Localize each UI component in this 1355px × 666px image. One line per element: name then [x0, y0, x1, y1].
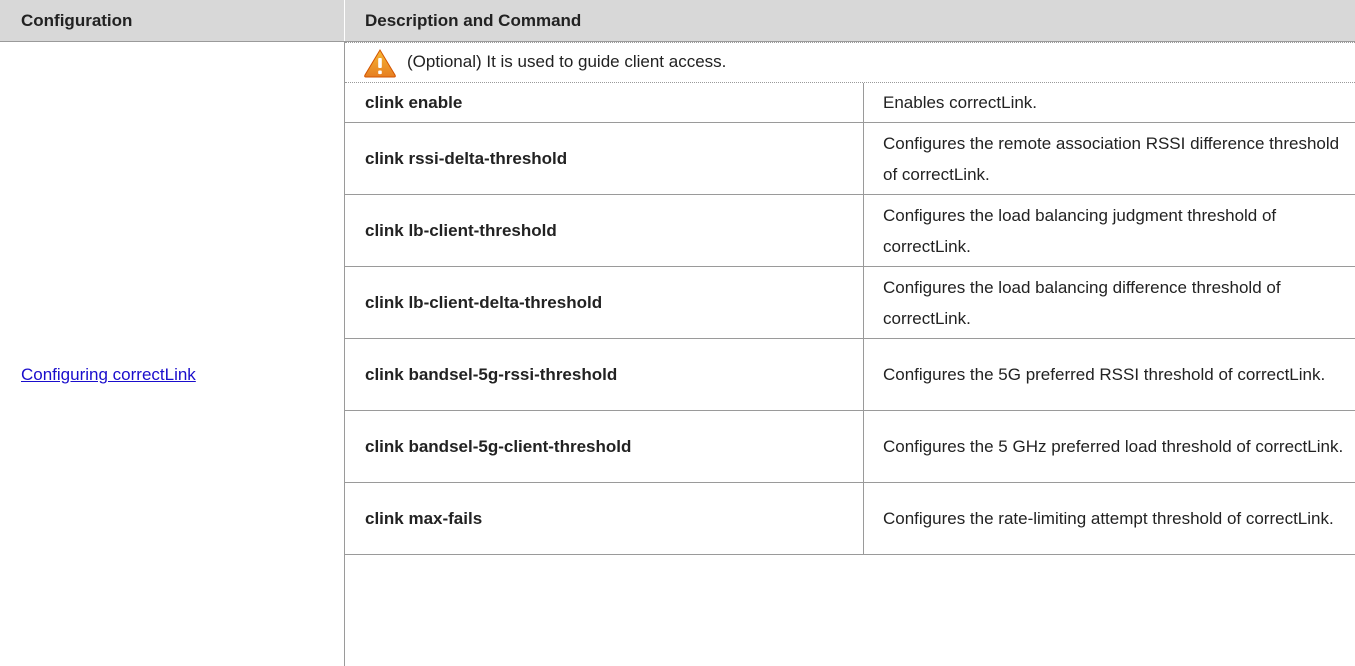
description-text: Configures the remote association RSSI d… [883, 133, 1340, 184]
description-text: Enables correctLink. [883, 93, 1038, 112]
command-text: clink enable [365, 92, 463, 112]
description-text: Configures the load balancing judgment t… [883, 205, 1277, 256]
column-separator [863, 123, 864, 194]
column-separator [863, 195, 864, 266]
command-text: clink lb-client-delta-threshold [365, 292, 603, 312]
table-row: clink lb-client-threshold Configures the… [345, 195, 1355, 267]
note-text: (Optional) It is used to guide client ac… [407, 52, 727, 71]
configuration-table: Configuration Description and Command Co… [0, 0, 1355, 666]
column-separator [863, 267, 864, 338]
command-text: clink max-fails [365, 508, 483, 528]
configuring-correctlink-link[interactable]: Configuring correctLink [21, 365, 196, 385]
warning-icon [364, 49, 396, 78]
column-separator [863, 339, 864, 410]
column-separator [863, 83, 864, 122]
table-row: clink lb-client-delta-threshold Configur… [345, 267, 1355, 339]
command-text: clink lb-client-threshold [365, 220, 557, 240]
column-separator [863, 411, 864, 482]
column-separator [863, 483, 864, 554]
header-description-and-command: Description and Command [365, 11, 582, 30]
table-row: clink max-fails Configures the rate-limi… [345, 483, 1355, 555]
note-row: (Optional) It is used to guide client ac… [345, 42, 1355, 82]
table-row: clink bandsel-5g-rssi-threshold Configur… [345, 339, 1355, 411]
table-row: clink bandsel-5g-client-threshold Config… [345, 411, 1355, 483]
configuration-cell: Configuring correctLink [0, 42, 345, 666]
header-separator [344, 0, 345, 41]
table-header: Configuration Description and Command [0, 0, 1355, 42]
table-row: clink enable Enables correctLink. [345, 83, 1355, 123]
command-text: clink bandsel-5g-rssi-threshold [365, 364, 618, 384]
description-text: Configures the 5G preferred RSSI thresho… [883, 365, 1326, 384]
header-configuration: Configuration [21, 11, 133, 30]
command-text: clink rssi-delta-threshold [365, 148, 568, 168]
description-text: Configures the rate-limiting attempt thr… [883, 509, 1334, 528]
description-text: Configures the 5 GHz preferred load thre… [883, 437, 1344, 456]
table-row: clink rssi-delta-threshold Configures th… [345, 123, 1355, 195]
command-text: clink bandsel-5g-client-threshold [365, 436, 632, 456]
description-text: Configures the load balancing difference… [883, 277, 1281, 328]
